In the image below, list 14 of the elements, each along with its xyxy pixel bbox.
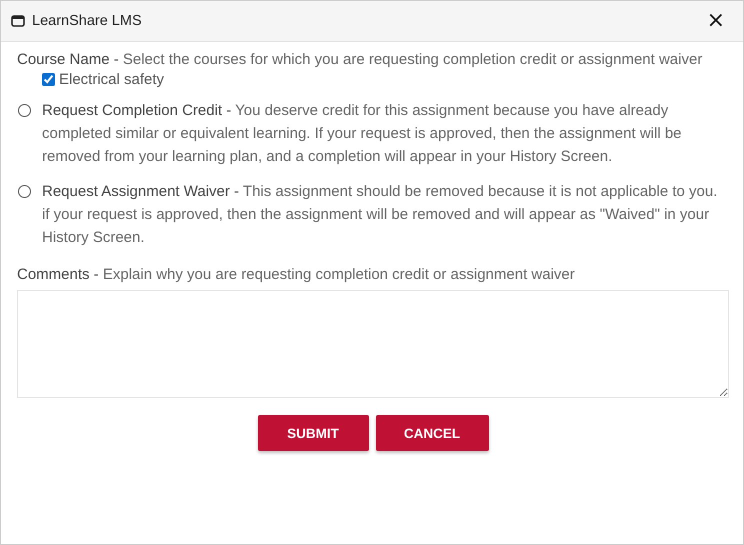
submit-button[interactable]: SUBMIT <box>258 415 368 451</box>
option-radio[interactable] <box>18 104 31 117</box>
comments-field[interactable] <box>17 290 729 398</box>
close-button[interactable]: × <box>698 10 733 32</box>
window-icon <box>11 15 25 27</box>
course-checkbox[interactable] <box>42 73 55 86</box>
course-label: Electrical safety <box>59 71 164 88</box>
option-radio[interactable] <box>18 185 31 198</box>
option-description: Request Assignment Waiver - This assignment should be removed because it is not applicable to you. if your request is approved, then the assignment will be removed and will appear as "Waived" in your History Screen. <box>42 182 718 248</box>
window-title: LearnShare LMS <box>32 13 142 29</box>
cancel-button[interactable]: CANCEL <box>376 415 488 451</box>
option-description: Request Completion Credit - You deserve credit for this assignment because you have already completed similar or equivalent learning. If your request is approved, then the assignment will be removed from your learning plan, and a completion will appear in your History Screen. <box>42 101 683 167</box>
comments-label: Comments - Explain why you are requesting completion credit or assignment waiver <box>17 265 576 285</box>
course-instruction: Course Name - Select the courses for which you are requesting completion credit or assignment waiver <box>17 50 704 70</box>
